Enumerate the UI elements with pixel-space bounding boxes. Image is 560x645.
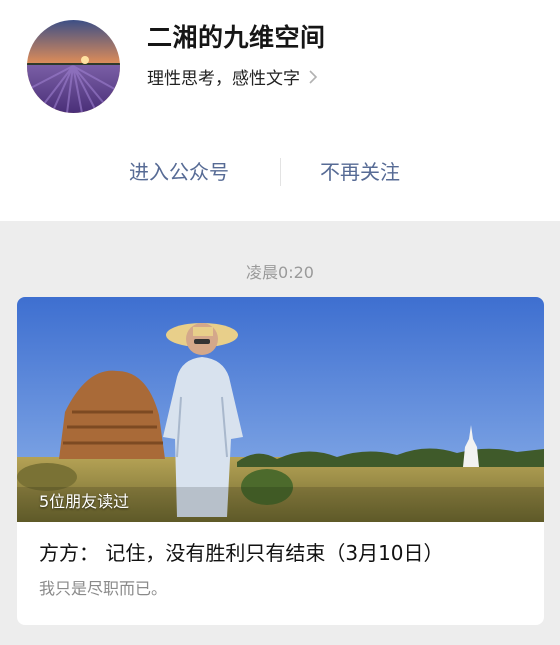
lavender-field-icon <box>27 20 120 113</box>
enter-account-button[interactable]: 进入公众号 <box>129 152 229 192</box>
account-header: 二湘的九维空间 理性思考，感性文字 进入公众号 不再关注 <box>0 0 560 221</box>
account-avatar[interactable] <box>27 20 120 113</box>
message-timestamp: 凌晨0:20 <box>246 263 314 282</box>
account-actions: 进入公众号 不再关注 <box>0 152 560 192</box>
account-description: 理性思考，感性文字 <box>147 69 300 89</box>
account-name: 二湘的九维空间 <box>147 23 326 52</box>
friends-read-count: 5位朋友读过 <box>39 492 130 511</box>
account-description-link[interactable]: 理性思考，感性文字 <box>147 64 318 89</box>
actions-divider <box>280 158 281 186</box>
chevron-right-icon <box>309 69 318 84</box>
article-digest: 我只是尽职而已。 <box>39 579 168 598</box>
article-card[interactable]: 5位朋友读过 方方： 记住，没有胜利只有结束（3月10日） 我只是尽职而已。 <box>17 297 544 625</box>
unfollow-button[interactable]: 不再关注 <box>320 152 400 192</box>
article-title: 方方： 记住，没有胜利只有结束（3月10日） <box>39 541 444 565</box>
